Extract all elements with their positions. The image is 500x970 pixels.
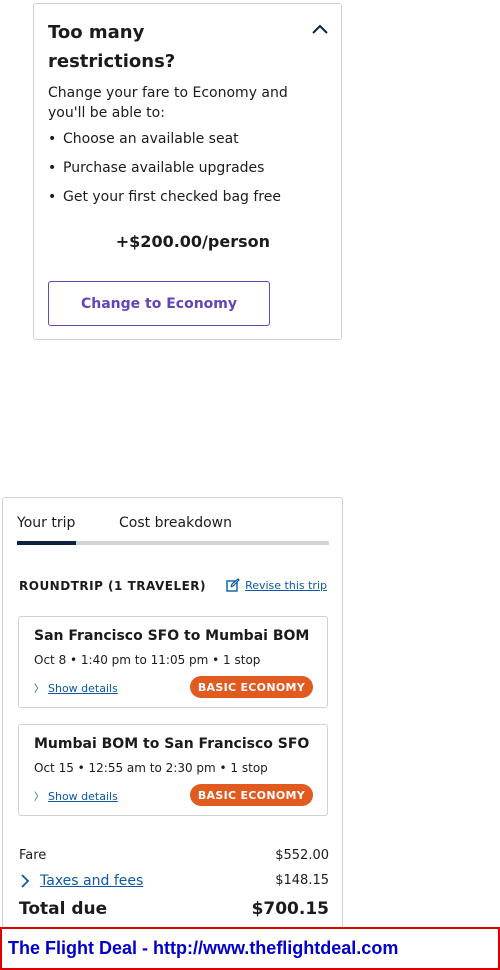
segment-route: San Francisco SFO to Mumbai BOM: [34, 628, 310, 644]
flight-segment-outbound: San Francisco SFO to Mumbai BOM Oct 8 • …: [18, 616, 328, 708]
tab-your-trip[interactable]: Your trip: [17, 515, 75, 531]
flight-segment-return: Mumbai BOM to San Francisco SFO Oct 15 •…: [18, 724, 328, 816]
segment-times: Oct 8 • 1:40 pm to 11:05 pm • 1 stop: [34, 653, 261, 667]
edit-icon: [226, 578, 240, 592]
benefit-item: Choose an available seat: [48, 125, 281, 154]
chevron-right-icon: 〉: [34, 792, 44, 803]
chevron-right-icon: 〉: [34, 684, 44, 695]
segment-route: Mumbai BOM to San Francisco SFO: [34, 736, 310, 752]
show-details-link[interactable]: 〉 Show details: [34, 788, 118, 803]
watermark-banner: The Flight Deal - http://www.theflightde…: [0, 927, 500, 970]
tab-indicator-active: [17, 541, 76, 545]
taxes-label: Taxes and fees: [40, 873, 144, 889]
fare-value: $552.00: [275, 848, 329, 863]
taxes-link[interactable]: Taxes and fees: [19, 873, 143, 889]
trip-summary-card: Your trip Cost breakdown ROUNDTRIP (1 TR…: [2, 497, 343, 937]
show-details-label: Show details: [48, 790, 118, 803]
revise-trip-link[interactable]: Revise this trip: [226, 578, 327, 592]
change-to-economy-button[interactable]: Change to Economy: [48, 281, 270, 326]
segment-times: Oct 15 • 12:55 am to 2:30 pm • 1 stop: [34, 761, 268, 775]
tab-cost-breakdown[interactable]: Cost breakdown: [119, 515, 232, 531]
fare-class-badge: BASIC ECONOMY: [189, 676, 313, 698]
restrictions-intro: Change your fare to Economy and you'll b…: [48, 85, 288, 121]
chevron-right-icon: [21, 874, 30, 888]
fare-restrictions-card: Too many restrictions? Change your fare …: [33, 3, 342, 340]
restrictions-title: Too many restrictions?: [48, 22, 176, 72]
upgrade-price: +$200.00/person: [115, 232, 270, 251]
roundtrip-label: ROUNDTRIP (1 TRAVELER): [19, 579, 207, 593]
show-details-link[interactable]: 〉 Show details: [34, 680, 118, 695]
total-value: $700.15: [251, 899, 329, 919]
benefit-item: Get your first checked bag free: [48, 183, 281, 212]
tab-indicator-track: [17, 541, 329, 545]
taxes-value: $148.15: [275, 873, 329, 888]
chevron-up-icon[interactable]: [311, 21, 329, 35]
show-details-label: Show details: [48, 682, 118, 695]
total-label: Total due: [19, 899, 108, 919]
fare-class-badge: BASIC ECONOMY: [189, 784, 313, 806]
revise-trip-label: Revise this trip: [245, 578, 327, 592]
benefits-list: Choose an available seat Purchase availa…: [48, 125, 281, 212]
benefit-item: Purchase available upgrades: [48, 154, 281, 183]
fare-label: Fare: [19, 848, 47, 863]
